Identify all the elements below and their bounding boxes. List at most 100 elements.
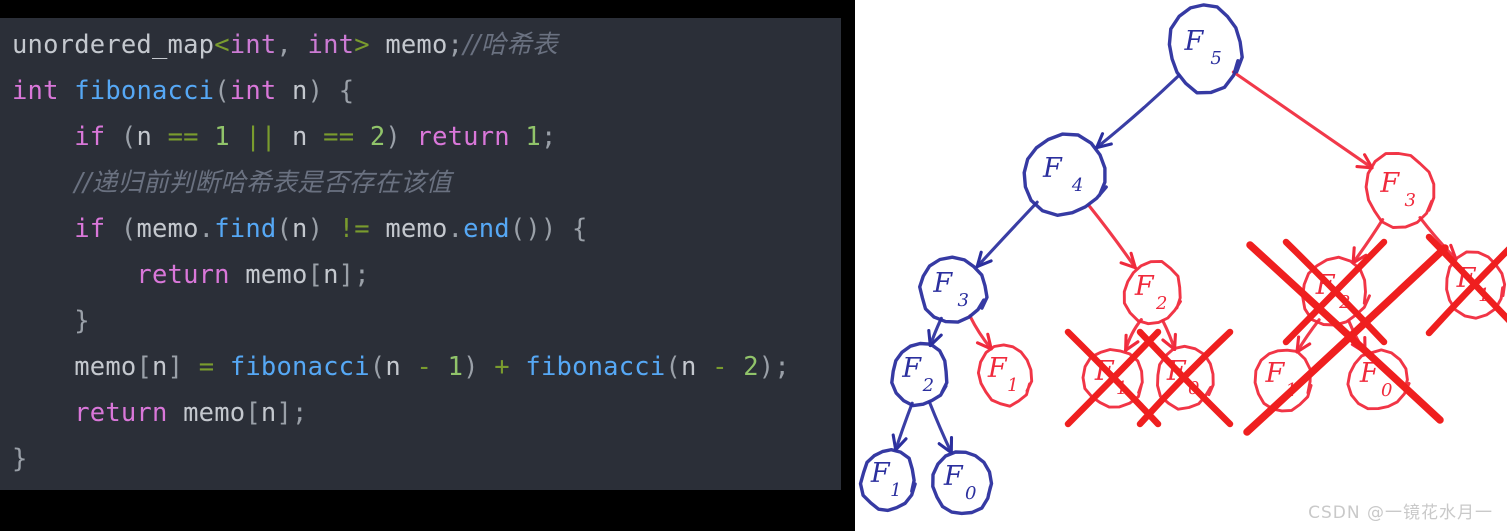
code-token-plain: n (260, 398, 277, 428)
code-token-punct: () (509, 214, 541, 244)
code-token-plain: n (152, 352, 168, 382)
code-token-punct: { (338, 76, 355, 106)
code-token-fn: fibonacci (229, 352, 370, 382)
tree-node-subscript: 1 (1007, 375, 1018, 396)
code-line: if (memo.find(n) != memo.end()) { (12, 206, 841, 252)
tree-edge (1095, 73, 1181, 150)
code-token-punct: , (276, 30, 308, 60)
code-token-punct: ) (758, 352, 775, 382)
code-line: if (n == 1 || n == 2) return 1; (12, 114, 841, 160)
code-token-plain: memo (369, 214, 448, 244)
tree-node-label: F (1184, 26, 1205, 57)
code-token-punct: { (572, 214, 588, 244)
tree-edge-arrowhead (1355, 165, 1374, 170)
code-token-punct: ) (385, 122, 401, 152)
code-token-comment: //哈希表 (463, 30, 558, 60)
tree-node[interactable]: F2 (890, 341, 949, 408)
tree-edge-line (975, 200, 1039, 269)
code-token-op: || (245, 122, 277, 152)
tree-node-subscript: 0 (1381, 380, 1392, 401)
tree-edge-arrowhead (891, 433, 898, 452)
cross-stroke (1243, 244, 1449, 436)
tree-node-label: F (1134, 271, 1155, 302)
tree-edge (1161, 319, 1177, 351)
code-token-punct: [ (245, 398, 261, 428)
code-token-plain: n (385, 352, 401, 382)
tree-node-cross (1064, 328, 1162, 428)
code-token-num: 2 (743, 352, 759, 382)
code-editor-panel: unordered_map<int, int> memo;//哈希表 int fi… (0, 0, 855, 531)
tree-node-subscript: 4 (1071, 175, 1083, 196)
tree-node[interactable]: F5 (1167, 3, 1244, 95)
csdn-watermark: CSDN @一镜花水月一 (1308, 503, 1493, 523)
code-token-punct: } (12, 444, 28, 474)
code-token-num: 1 (525, 122, 541, 152)
tree-node-label: F (987, 353, 1008, 384)
tree-node[interactable]: F1 (976, 343, 1034, 408)
tree-node[interactable]: F3 (1364, 152, 1436, 229)
tree-node-subscript: 3 (1404, 190, 1415, 211)
tree-node-circle (1022, 132, 1108, 217)
code-token-plain: memo (74, 352, 137, 382)
tree-node[interactable]: F2 (1122, 259, 1182, 326)
tree-edge-line (1231, 70, 1374, 170)
code-token-punct: } (74, 306, 90, 336)
tree-edge-arrowhead (1295, 335, 1301, 354)
code-token-punct: ; (447, 30, 464, 60)
code-line: memo[n] = fibonacci(n - 1) + fibonacci(n… (12, 344, 841, 390)
code-line: unordered_map<int, int> memo;//哈希表 (12, 22, 841, 68)
code-token-punct: ; (774, 352, 790, 382)
code-token-punct: ( (214, 76, 230, 106)
code-line: return memo[n]; (12, 252, 841, 298)
tree-node-subscript: 5 (1210, 48, 1221, 69)
tree-node[interactable]: F0 (931, 450, 994, 516)
code-token-punct: ] (167, 352, 184, 382)
code-token-punct: ] (338, 260, 355, 290)
tree-edge (928, 400, 954, 455)
tree-node-subscript: 1 (890, 480, 901, 501)
code-token-punct: ( (120, 122, 137, 152)
recursion-tree-panel: F5F4F3F3F2F2F1F2F1F1F0F1F0F1F0 CSDN @一镜花… (855, 0, 1507, 531)
tree-edge-line (1095, 73, 1181, 150)
code-line: int fibonacci(int n) { (12, 68, 841, 114)
code-token-punct: ) (463, 352, 479, 382)
code-token-fn: find (214, 214, 277, 244)
tree-node-label: F (1265, 358, 1286, 389)
cross-stroke (1246, 241, 1444, 424)
tree-edge (1231, 70, 1374, 170)
code-token-punct: ( (120, 214, 137, 244)
tree-node-label: F (1042, 153, 1063, 184)
code-token-plain: memo (229, 260, 308, 290)
tree-node[interactable]: F4 (1022, 132, 1108, 217)
code-token-num: 1 (214, 122, 230, 152)
tree-node[interactable]: F1 (858, 448, 917, 513)
code-token-plain: unordered_map (12, 30, 215, 60)
code-token-punct: [ (136, 352, 152, 382)
code-token-punct: [ (307, 260, 324, 290)
screenshot-root: unordered_map<int, int> memo;//哈希表 int fi… (0, 0, 1507, 531)
code-token-punct: . (447, 214, 464, 244)
code-token-plain: memo (369, 30, 448, 60)
code-token-punct: ( (665, 352, 681, 382)
tree-node-subscript: 0 (965, 483, 976, 504)
code-token-op: = (198, 352, 215, 382)
code-token-op: - (416, 352, 433, 382)
code-token-punct: ) (307, 76, 324, 106)
code-token-punct: . (198, 214, 215, 244)
tree-nodes-layer: F5F4 F3F3 F2F2F1F2F1 F1F0 F1F0F1 F0 (858, 3, 1507, 516)
code-token-kw: if (74, 214, 106, 244)
